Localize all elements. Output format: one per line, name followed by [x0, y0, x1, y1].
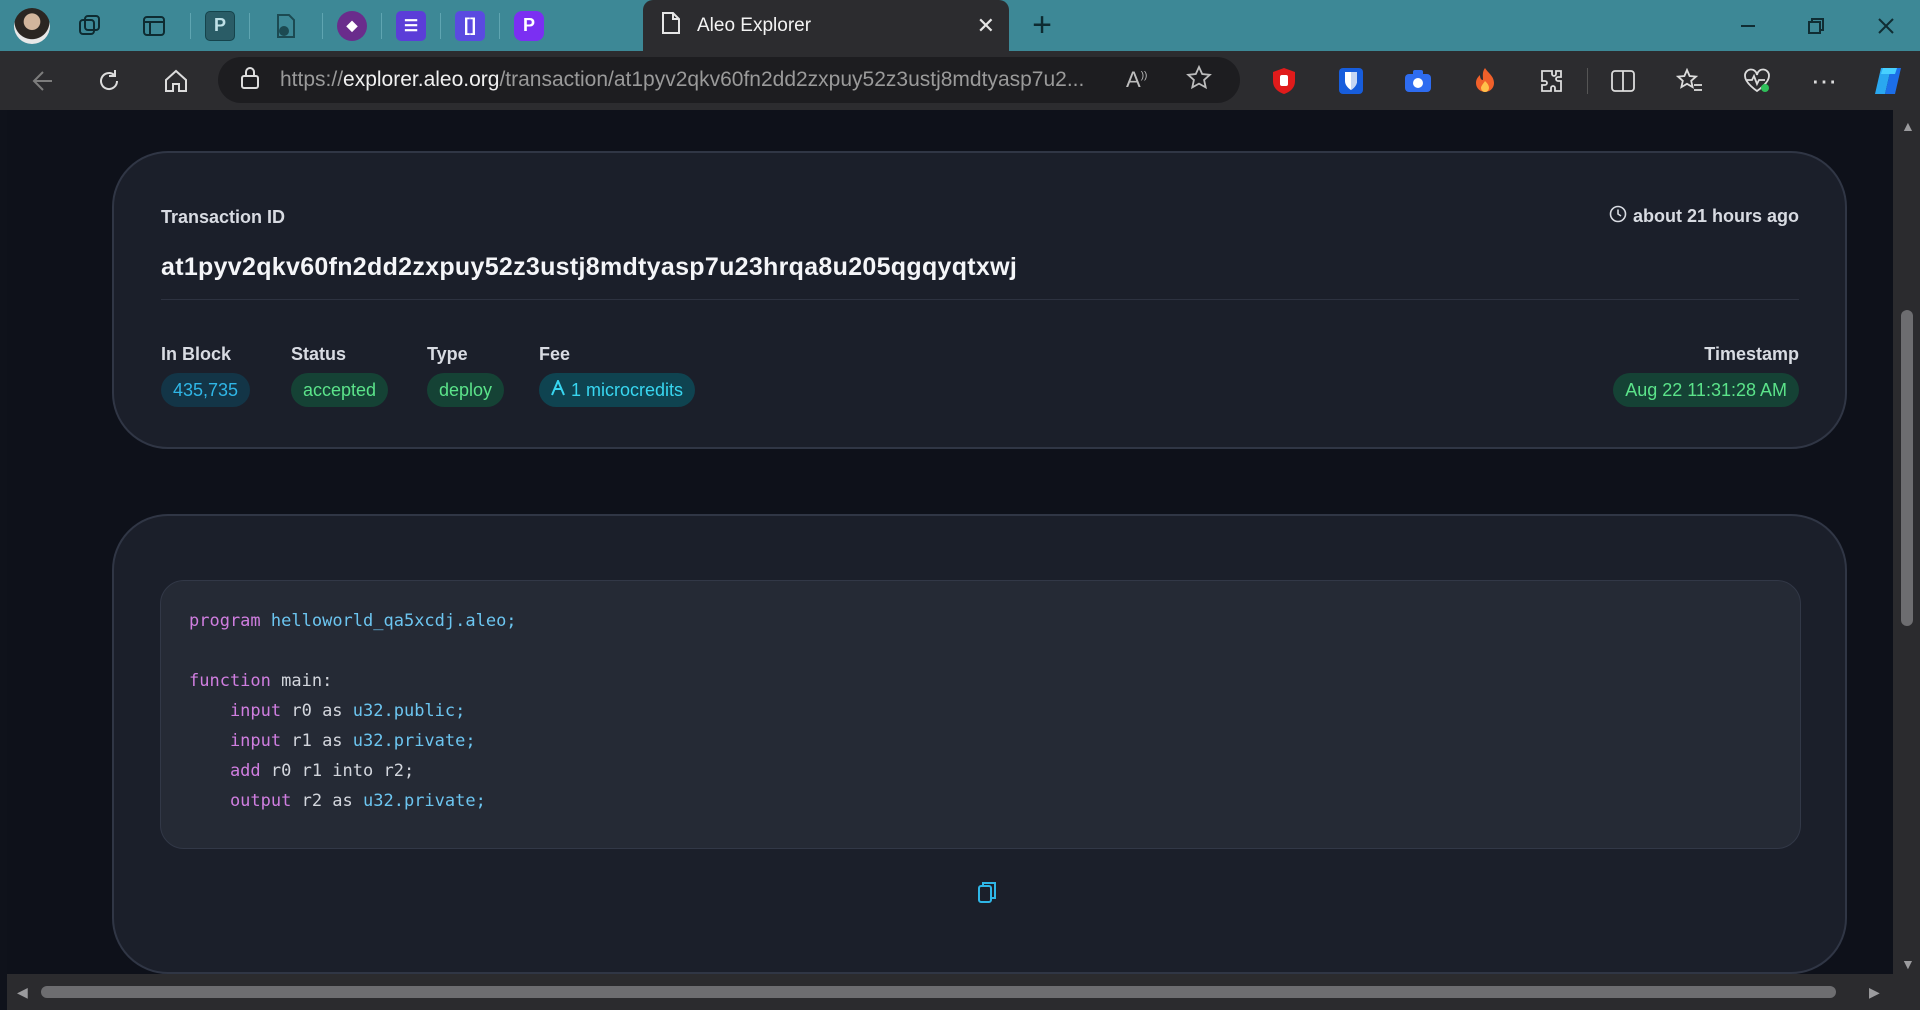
status-label: Status — [291, 344, 347, 364]
bracket-app-icon[interactable]: [] — [455, 10, 485, 41]
divider — [161, 299, 1799, 300]
favorites-icon[interactable] — [1670, 61, 1710, 101]
vertical-scrollbar[interactable]: ▲ ▼ — [1893, 110, 1920, 1010]
p-app-icon[interactable]: P — [205, 10, 235, 41]
tab-closed-icon[interactable] — [264, 6, 308, 46]
active-tab[interactable]: Aleo Explorer ✕ — [643, 0, 1009, 51]
transaction-id-value[interactable]: at1pyv2qkv60fn2dd2zxpuy52z3ustj8mdtyasp7… — [161, 253, 1017, 282]
scroll-left-arrow[interactable]: ◀ — [17, 984, 28, 1001]
navigation-bar: https://explorer.aleo.org/transaction/at… — [0, 51, 1920, 110]
tab-actions-icon[interactable] — [132, 6, 176, 46]
ublock-icon[interactable] — [1264, 61, 1304, 101]
code-line: input r0 as u32.public; — [189, 701, 466, 721]
timestamp-label: Timestamp — [1704, 344, 1799, 364]
copilot-icon[interactable] — [1868, 61, 1908, 101]
fee-value: 1 microcredits — [571, 379, 684, 400]
code-line: function main: — [189, 671, 333, 691]
page-content: Transaction ID about 21 hours ago at1pyv… — [7, 110, 1893, 974]
lock-icon[interactable] — [240, 66, 260, 95]
fee-badge: 1 microcredits — [539, 373, 696, 407]
more-icon[interactable]: ⋯ — [1804, 61, 1844, 101]
type-badge: deploy — [427, 373, 505, 407]
block-link[interactable]: 435,735 — [161, 373, 251, 407]
program-source-card: program helloworld_qa5xcdj.aleo; function… — [112, 514, 1847, 974]
copy-icon[interactable] — [975, 880, 999, 906]
refresh-button[interactable] — [87, 59, 131, 103]
browser-title-bar: P ◆ ☰ [] P Aleo Explorer ✕ + — [0, 0, 1920, 51]
shield-app-icon[interactable]: ◆ — [337, 10, 367, 41]
url-text[interactable]: https://explorer.aleo.org/transaction/at… — [280, 68, 1100, 92]
close-tab-icon[interactable]: ✕ — [977, 13, 995, 39]
code-line: output r2 as u32.private; — [189, 791, 486, 811]
new-tab-button[interactable]: + — [1024, 8, 1060, 44]
code-block[interactable]: program helloworld_qa5xcdj.aleo; function… — [160, 580, 1801, 849]
code-line: input r1 as u32.private; — [189, 731, 476, 751]
read-aloud-icon[interactable]: A)) — [1126, 67, 1147, 93]
fee-label: Fee — [539, 344, 571, 364]
fire-icon[interactable] — [1465, 61, 1505, 101]
clock-icon — [1609, 205, 1627, 228]
vertical-scroll-thumb[interactable] — [1901, 310, 1913, 626]
time-ago: about 21 hours ago — [1609, 205, 1799, 228]
transaction-summary-card: Transaction ID about 21 hours ago at1pyv… — [112, 151, 1847, 449]
tab-title: Aleo Explorer — [697, 14, 812, 36]
page-icon — [661, 11, 681, 40]
code-line: program helloworld_qa5xcdj.aleo; — [189, 611, 517, 631]
scroll-down-arrow[interactable]: ▼ — [1901, 956, 1915, 972]
purple-p-app-icon[interactable]: P — [514, 10, 544, 41]
back-button[interactable] — [20, 59, 64, 103]
close-window-button[interactable] — [1852, 0, 1920, 51]
scroll-up-arrow[interactable]: ▲ — [1901, 118, 1915, 134]
extensions-icon[interactable] — [1532, 61, 1572, 101]
in-block-label: In Block — [161, 344, 232, 364]
scroll-right-arrow[interactable]: ▶ — [1869, 984, 1880, 1001]
bitwarden-icon[interactable] — [1331, 61, 1371, 101]
workspaces-icon[interactable] — [68, 6, 112, 46]
timestamp-badge: Aug 22 11:31:28 AM — [1613, 373, 1799, 407]
type-label: Type — [427, 344, 468, 364]
camera-icon[interactable] — [1398, 61, 1438, 101]
time-ago-text: about 21 hours ago — [1632, 206, 1799, 226]
horizontal-scrollbar[interactable]: ◀ ▶ — [7, 974, 1893, 1010]
health-icon[interactable] — [1737, 61, 1777, 101]
minimize-button[interactable] — [1714, 0, 1782, 51]
transaction-id-label: Transaction ID — [161, 207, 286, 227]
status-badge: accepted — [291, 373, 389, 407]
list-app-icon[interactable]: ☰ — [396, 10, 426, 41]
restore-button[interactable] — [1782, 0, 1850, 51]
code-line: add r0 r1 into r2; — [189, 761, 415, 781]
address-bar[interactable]: https://explorer.aleo.org/transaction/at… — [218, 57, 1240, 103]
home-button[interactable] — [154, 59, 198, 103]
split-screen-icon[interactable] — [1603, 61, 1643, 101]
profile-avatar[interactable] — [14, 7, 50, 44]
aleo-logo-icon — [551, 377, 565, 401]
favorite-star-icon[interactable] — [1186, 64, 1212, 96]
horizontal-scroll-thumb[interactable] — [41, 986, 1836, 998]
